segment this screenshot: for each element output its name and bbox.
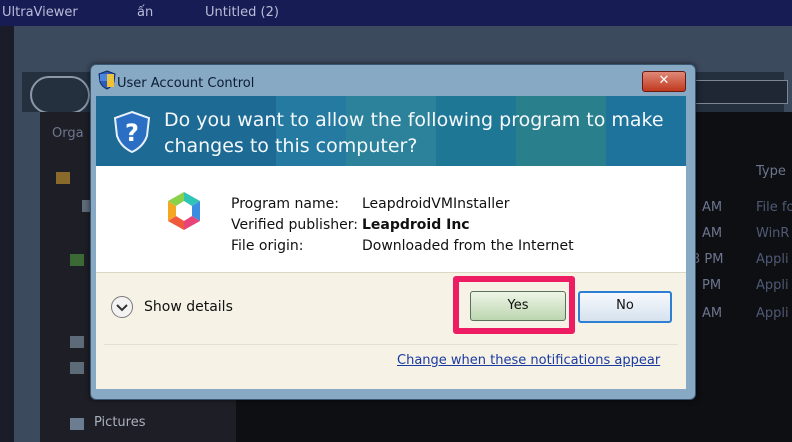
show-details-toggle[interactable] [111,296,133,318]
program-name-label: Program name: [231,196,339,212]
uac-shield-icon: ? [113,110,151,154]
chevron-down-icon [116,304,128,312]
question-line-2: changes to this computer? [164,135,418,157]
star-icon [56,172,70,184]
file-type: File fo [756,200,792,215]
file-time: 3 PM [692,252,724,267]
show-details-label[interactable]: Show details [144,299,233,315]
leapdroid-app-icon [168,192,200,230]
file-type: WinR [756,226,790,241]
program-name-value: LeapdroidVMInstaller [362,196,510,212]
uac-shield-icon [98,70,116,90]
question-line-1: Do you want to allow the following progr… [164,109,664,131]
library-icon [70,336,84,348]
taskbar-item-2[interactable]: ấn [137,5,153,20]
library-icon [70,254,84,266]
file-time: AM [702,200,723,215]
dialog-title: User Account Control [117,76,255,91]
taskbar-item-untitled[interactable]: Untitled (2) [205,5,279,20]
dialog-footer [96,272,686,389]
publisher-label: Verified publisher: [231,217,358,233]
file-time: AM [702,306,723,321]
no-button[interactable]: No [578,291,672,323]
svg-text:?: ? [125,119,139,147]
change-notifications-link[interactable]: Change when these notifications appear [397,353,660,368]
file-type: Appli [756,252,789,267]
file-time: PM [702,278,722,293]
file-type: Appli [756,306,789,321]
yes-button-highlight [453,276,575,334]
pictures-icon [70,418,84,430]
file-time: AM [702,226,723,241]
footer-divider [104,344,678,345]
nav-item-pictures: Pictures [94,415,146,430]
file-origin-label: File origin: [231,238,304,254]
column-type: Type [756,164,786,179]
back-forward-buttons [30,76,90,114]
file-type: Appli [756,278,789,293]
dialog-question: Do you want to allow the following progr… [164,107,664,159]
publisher-value: Leapdroid Inc [362,217,470,233]
close-icon[interactable]: ✕ [642,71,686,92]
file-origin-value: Downloaded from the Internet [362,238,574,254]
background-address-bar [690,80,788,104]
document-icon [70,362,84,374]
taskbar-item-ultraviewer[interactable]: UltraViewer [2,5,78,20]
taskbar: UltraViewer ấn Untitled (2) [0,0,792,26]
organize-label: Orga [52,126,84,141]
